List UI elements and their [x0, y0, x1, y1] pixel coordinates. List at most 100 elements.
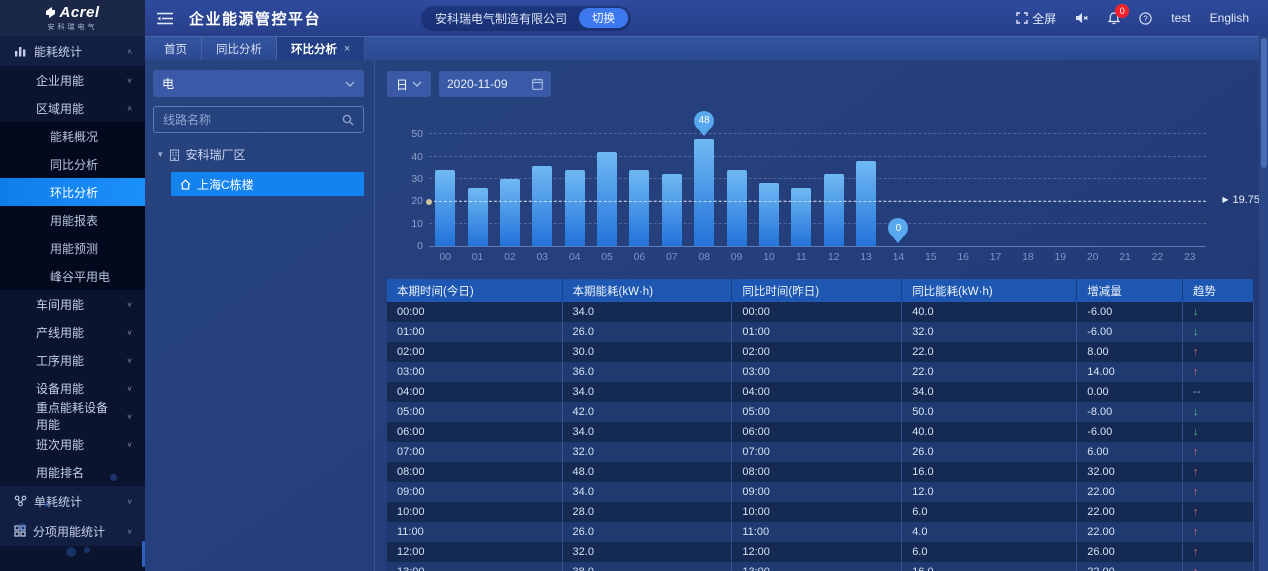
energy-type-select[interactable]: 电 — [153, 70, 364, 97]
table-row[interactable]: 10:0028.010:006.022.00↑ — [387, 502, 1254, 522]
help-button[interactable]: ? — [1139, 12, 1152, 25]
table-row[interactable]: 04:0034.004:0034.00.00-- — [387, 382, 1254, 402]
chart-bar-00[interactable] — [435, 170, 455, 246]
chart-bar-09[interactable] — [727, 170, 747, 246]
table-row[interactable]: 00:0034.000:0040.0-6.00↓ — [387, 302, 1254, 322]
table-cell: 32.0 — [902, 322, 1077, 342]
top-header: Acrel 安科瑞电气 企业能源管控平台 安科瑞电气制造有限公司 切换 全屏 0… — [0, 0, 1268, 36]
table-cell: 36.0 — [562, 362, 732, 382]
trend-up-icon: ↑ — [1182, 342, 1253, 362]
table-cell: 4.0 — [902, 522, 1077, 542]
chart-bar-03[interactable] — [532, 166, 552, 247]
x-axis-tick: 20 — [1077, 251, 1109, 263]
table-row[interactable]: 02:0030.002:0022.08.00↑ — [387, 342, 1254, 362]
username[interactable]: test — [1171, 11, 1190, 25]
sidebar: 能耗统计∧企业用能∨区域用能∧能耗概况同比分析环比分析用能报表用能预测峰谷平用电… — [0, 36, 145, 571]
table-cell: 34.0 — [562, 482, 732, 502]
switch-company-button[interactable]: 切换 — [579, 8, 628, 28]
sidebar-item-峰谷平用电[interactable]: 峰谷平用电 — [0, 262, 145, 290]
table-row[interactable]: 06:0034.006:0040.0-6.00↓ — [387, 422, 1254, 442]
tree-node-selected[interactable]: 上海C栋楼 — [171, 172, 364, 196]
sidebar-item-能耗统计[interactable]: 能耗统计∧ — [0, 36, 145, 66]
tab-label: 首页 — [164, 41, 187, 57]
sidebar-item-车间用能[interactable]: 车间用能∨ — [0, 290, 145, 318]
x-axis-tick: 08 — [688, 251, 720, 263]
chart-bar-05[interactable] — [597, 152, 617, 246]
tab-同比分析[interactable]: 同比分析 — [202, 37, 277, 60]
line-search-input[interactable]: 线路名称 — [153, 106, 364, 133]
arrow-right-icon: ▶ — [1222, 195, 1228, 204]
home-icon — [180, 179, 191, 190]
main-panel: 日 2020-11-09 01020304050▶19.75480 000102… — [375, 60, 1268, 571]
sidebar-item-班次用能[interactable]: 班次用能∨ — [0, 430, 145, 458]
tab-首页[interactable]: 首页 — [150, 37, 202, 60]
table-cell: 00:00 — [387, 302, 562, 322]
tree-node-root[interactable]: ▾ 安科瑞厂区 — [153, 146, 364, 163]
trend-down-icon: ↓ — [1182, 302, 1253, 322]
table-row[interactable]: 03:0036.003:0022.014.00↑ — [387, 362, 1254, 382]
x-axis-tick: 11 — [785, 251, 817, 263]
x-axis-tick: 00 — [429, 251, 461, 263]
x-axis-tick: 12 — [818, 251, 850, 263]
fullscreen-button[interactable]: 全屏 — [1016, 10, 1056, 27]
sidebar-item-能耗概况[interactable]: 能耗概况 — [0, 122, 145, 150]
chevron-down-icon: ∨ — [126, 412, 133, 421]
table-row[interactable]: 05:0042.005:0050.0-8.00↓ — [387, 402, 1254, 422]
chart-bar-01[interactable] — [468, 188, 488, 246]
scrollbar-thumb[interactable] — [1261, 38, 1267, 168]
trend-up-icon: ↑ — [1182, 522, 1253, 542]
table-cell: 6.0 — [902, 502, 1077, 522]
sidebar-item-区域用能[interactable]: 区域用能∧ — [0, 94, 145, 122]
sidebar-item-分项用能统计[interactable]: 分项用能统计∨ — [0, 516, 145, 546]
chart-bar-06[interactable] — [629, 170, 649, 246]
chart-bar-08[interactable] — [694, 139, 714, 246]
x-axis-tick: 18 — [1012, 251, 1044, 263]
table-row[interactable]: 07:0032.007:0026.06.00↑ — [387, 442, 1254, 462]
sidebar-collapse-button[interactable] — [145, 0, 185, 36]
chart-bar-04[interactable] — [565, 170, 585, 246]
period-select[interactable]: 日 — [387, 71, 431, 97]
table-header-cell: 趋势 — [1182, 279, 1253, 302]
sidebar-item-用能预测[interactable]: 用能预测 — [0, 234, 145, 262]
chart-bar-07[interactable] — [662, 174, 682, 246]
language-switch[interactable]: English — [1210, 11, 1249, 25]
table-row[interactable]: 11:0026.011:004.022.00↑ — [387, 522, 1254, 542]
table-cell: -6.00 — [1077, 422, 1183, 442]
sidebar-item-产线用能[interactable]: 产线用能∨ — [0, 318, 145, 346]
sidebar-item-单耗统计[interactable]: 单耗统计∨ — [0, 486, 145, 516]
chart-bar-11[interactable] — [791, 188, 811, 246]
tree-root-label: 安科瑞厂区 — [186, 146, 246, 163]
tab-close-icon[interactable]: × — [344, 43, 350, 55]
sidebar-item-企业用能[interactable]: 企业用能∨ — [0, 66, 145, 94]
min-value-marker: 0 — [888, 218, 908, 238]
table-row[interactable]: 08:0048.008:0016.032.00↑ — [387, 462, 1254, 482]
table-row[interactable]: 09:0034.009:0012.022.00↑ — [387, 482, 1254, 502]
chart-bar-10[interactable] — [759, 183, 779, 246]
mute-button[interactable] — [1075, 12, 1089, 24]
brand-name: Acrel — [59, 4, 99, 21]
sidebar-item-环比分析[interactable]: 环比分析 — [0, 178, 145, 206]
table-row[interactable]: 13:0038.013:0016.022.00↑ — [387, 562, 1254, 571]
notifications-button[interactable]: 0 — [1108, 12, 1120, 25]
table-cell: 30.0 — [562, 342, 732, 362]
sidebar-item-用能排名[interactable]: 用能排名 — [0, 458, 145, 486]
table-cell: 6.0 — [902, 542, 1077, 562]
sidebar-item-工序用能[interactable]: 工序用能∨ — [0, 346, 145, 374]
page-scrollbar[interactable] — [1259, 36, 1268, 571]
sidebar-item-设备用能[interactable]: 设备用能∨ — [0, 374, 145, 402]
chart-bar-02[interactable] — [500, 179, 520, 246]
table-header-cell: 本期时间(今日) — [387, 279, 562, 302]
sidebar-item-同比分析[interactable]: 同比分析 — [0, 150, 145, 178]
sidebar-item-label: 设备用能 — [36, 380, 84, 397]
sidebar-item-用能报表[interactable]: 用能报表 — [0, 206, 145, 234]
sidebar-item-重点能耗设备用能[interactable]: 重点能耗设备用能∨ — [0, 402, 145, 430]
chart-bar-13[interactable] — [856, 161, 876, 246]
date-picker[interactable]: 2020-11-09 — [439, 71, 551, 97]
chart-bar-12[interactable] — [824, 174, 844, 246]
tab-环比分析[interactable]: 环比分析× — [277, 37, 365, 60]
help-icon: ? — [1139, 12, 1152, 25]
table-row[interactable]: 01:0026.001:0032.0-6.00↓ — [387, 322, 1254, 342]
table-row[interactable]: 12:0032.012:006.026.00↑ — [387, 542, 1254, 562]
mute-icon — [1075, 12, 1089, 24]
table-cell: 10:00 — [387, 502, 562, 522]
